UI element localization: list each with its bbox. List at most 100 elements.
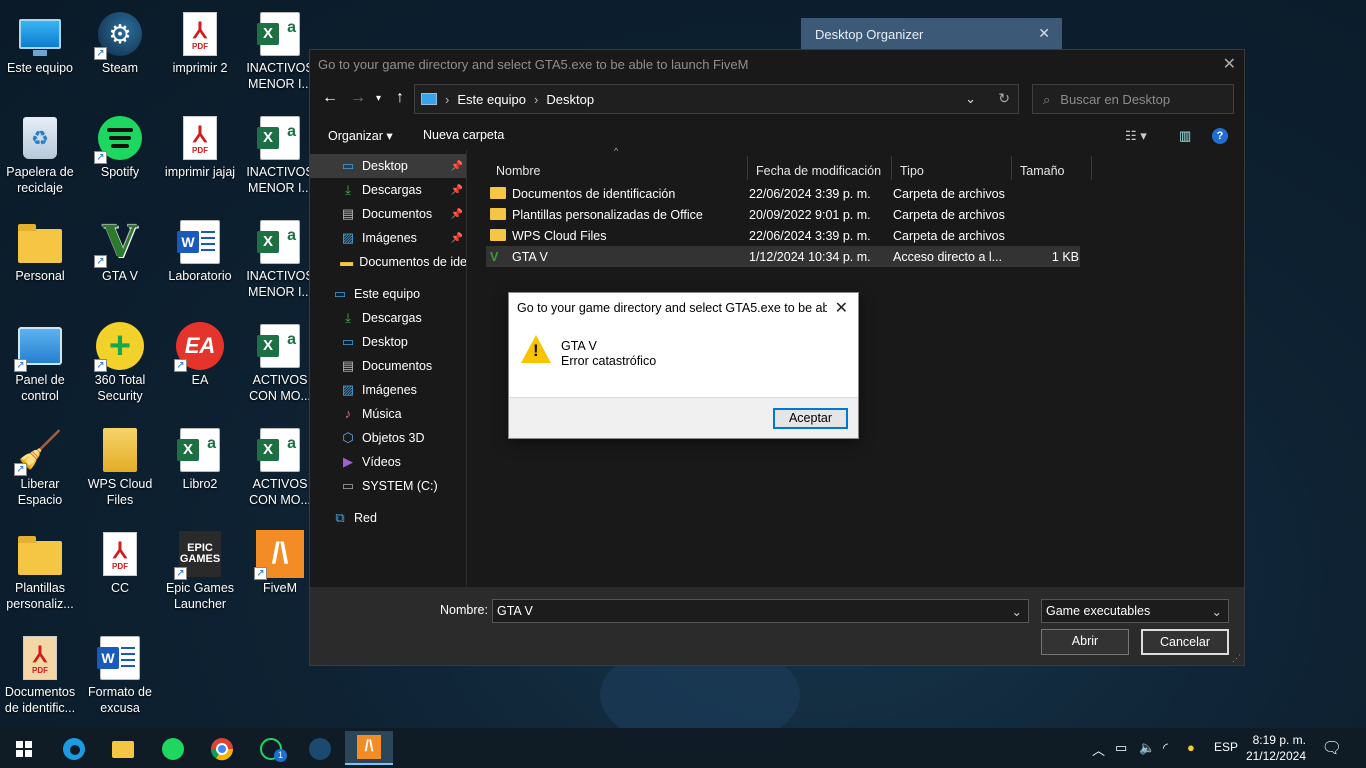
forward-arrow-icon[interactable]: →	[350, 89, 366, 107]
nav-item[interactable]: ⬡ Objetos 3D	[310, 426, 466, 450]
open-button[interactable]: Abrir	[1041, 629, 1129, 655]
file-row[interactable]: Plantillas personalizadas de Office 20/09…	[486, 204, 1080, 225]
desktop-icon-item[interactable]: ⅄ PDF imprimir 2	[160, 4, 240, 108]
pin-icon[interactable]: 📌	[451, 209, 463, 220]
desktop-icon-item[interactable]: Xa INACTIVOS MENOR I...	[240, 108, 320, 212]
column-header-type[interactable]: Tipo	[892, 156, 1012, 180]
desktop-icon-item[interactable]: ↗ Panel de control	[0, 316, 80, 420]
desktop-icon-item[interactable]: EPIC GAMES ↗ Epic Games Launcher	[160, 524, 240, 628]
address-bar[interactable]: › Este equipo › Desktop ⌄ ↻	[414, 84, 1019, 114]
filename-input[interactable]: GTA V ⌄	[492, 599, 1029, 623]
nav-item[interactable]: ▭ Desktop 📌	[310, 154, 466, 178]
organize-button[interactable]: Organizar ▾	[328, 128, 393, 143]
nav-item[interactable]: ▭ Este equipo	[310, 282, 466, 306]
360-security-icon[interactable]: ●	[1187, 740, 1195, 755]
desktop-icon-item[interactable]: EA ↗ EA	[160, 316, 240, 420]
edge-icon[interactable]	[56, 734, 92, 764]
nav-item[interactable]: ⤓ Descargas	[310, 306, 466, 330]
desktop-organizer-panel[interactable]: Desktop Organizer ✕	[801, 18, 1062, 50]
chevron-down-icon[interactable]: ⌄	[965, 91, 976, 107]
desktop-icon-item[interactable]: ♻ Papelera de reciclaje	[0, 108, 80, 212]
search-input[interactable]: ⌕ Buscar en Desktop	[1032, 84, 1234, 114]
wifi-icon[interactable]: ◜	[1163, 740, 1168, 756]
file-explorer-icon[interactable]	[105, 734, 141, 764]
desktop-icon-item[interactable]: Plantillas personaliz...	[0, 524, 80, 628]
notification-center-icon[interactable]: 🗨	[1322, 738, 1342, 758]
battery-icon[interactable]: ▭	[1115, 740, 1127, 756]
help-icon[interactable]: ?	[1212, 128, 1228, 144]
view-options-icon[interactable]: ☷ ▾	[1125, 128, 1147, 144]
desktop-icon-item[interactable]: ⅄ PDF CC	[80, 524, 160, 628]
file-row[interactable]: WPS Cloud Files 22/06/2024 3:39 p. m. Carp…	[486, 225, 1080, 246]
close-icon[interactable]: ✕	[1038, 25, 1050, 42]
desktop-icon-item[interactable]: WPS Cloud Files	[80, 420, 160, 524]
desktop-icon-label: Formato de excusa	[88, 685, 152, 715]
nav-item[interactable]: ▭ Desktop	[310, 330, 466, 354]
desktop-icon-item[interactable]: W Formato de excusa	[80, 628, 160, 732]
desktop-icon-item[interactable]: Xa ACTIVOS CON MO...	[240, 420, 320, 524]
spotify-icon[interactable]	[155, 734, 191, 764]
refresh-icon[interactable]: ↻	[998, 90, 1010, 107]
desktop-icon-item[interactable]: ↗ Spotify	[80, 108, 160, 212]
desktop-icon-item[interactable]: Este equipo	[0, 4, 80, 108]
desktop-icon-item[interactable]: 🧹 ↗ Liberar Espacio	[0, 420, 80, 524]
desktop-icon-item[interactable]: ⚙ ↗ Steam	[80, 4, 160, 108]
preview-pane-icon[interactable]: ▥	[1179, 128, 1191, 144]
breadcrumb-este-equipo[interactable]: Este equipo	[457, 92, 526, 107]
chevron-down-icon[interactable]: ⌄	[1012, 604, 1022, 619]
chrome-icon[interactable]	[204, 734, 240, 764]
close-icon[interactable]: ✕	[835, 298, 848, 318]
breadcrumb-desktop[interactable]: Desktop	[546, 92, 594, 107]
nav-item[interactable]: ⧉ Red	[310, 506, 466, 530]
desktop-icon-item[interactable]: /\ ↗ FiveM	[240, 524, 320, 628]
column-header-name[interactable]: Nombre	[488, 156, 748, 180]
desktop-icon-item[interactable]: Xa ACTIVOS CON MO...	[240, 316, 320, 420]
nav-item[interactable]: ♪ Música	[310, 402, 466, 426]
language-indicator[interactable]: ESP	[1214, 740, 1238, 754]
filetype-select[interactable]: Game executables ⌄	[1041, 599, 1229, 623]
desktop-icon-item[interactable]: Xa Libro2	[160, 420, 240, 524]
column-header-size[interactable]: Tamaño	[1012, 156, 1092, 180]
file-row[interactable]: Documentos de identificación 22/06/2024 3…	[486, 183, 1080, 204]
pin-icon[interactable]: 📌	[451, 233, 463, 244]
desktop-icon-item[interactable]: V ↗ GTA V	[80, 212, 160, 316]
desktop-icon-item[interactable]: ⅄ PDF Documentos de identific...	[0, 628, 80, 732]
steam-icon[interactable]	[302, 734, 338, 764]
nav-item[interactable]: ▨ Imágenes 📌	[310, 226, 466, 250]
desktop-icon-item[interactable]: + ↗ 360 Total Security	[80, 316, 160, 420]
fivem-icon[interactable]: /\	[345, 731, 393, 765]
nav-item[interactable]: ▭ SYSTEM (C:)	[310, 474, 466, 498]
new-folder-button[interactable]: Nueva carpeta	[423, 128, 504, 142]
file-row[interactable]: V GTA V 1/12/2024 10:34 p. m. Acceso direct…	[486, 246, 1080, 267]
shortcut-arrow-icon: ↗	[174, 359, 187, 372]
back-arrow-icon[interactable]: ←	[322, 89, 338, 107]
clock[interactable]: 8:19 p. m. 21/12/2024	[1246, 732, 1306, 764]
nav-item[interactable]: ▬ Documentos de ide	[310, 250, 466, 274]
column-header-date[interactable]: Fecha de modificación	[748, 156, 892, 180]
cancel-button[interactable]: Cancelar	[1141, 629, 1229, 655]
resize-grip-icon[interactable]: ⋰	[1232, 653, 1241, 664]
nav-item[interactable]: ⤓ Descargas 📌	[310, 178, 466, 202]
whatsapp-icon[interactable]: 1	[253, 734, 289, 764]
pin-icon[interactable]: 📌	[451, 161, 463, 172]
desktop-icon-item[interactable]: Xa INACTIVOS MENOR I...	[240, 212, 320, 316]
close-icon[interactable]: ✕	[1223, 54, 1236, 74]
chevron-right-icon[interactable]: ›	[534, 92, 538, 107]
show-hidden-icons-chevron-icon[interactable]: ︿	[1092, 740, 1105, 759]
nav-item[interactable]: ▤ Documentos 📌	[310, 202, 466, 226]
desktop-icon-item[interactable]: W Laboratorio	[160, 212, 240, 316]
desktop-icon-item[interactable]: Personal	[0, 212, 80, 316]
recent-locations-chevron-icon[interactable]: ▾	[376, 93, 381, 104]
chevron-right-icon[interactable]: ›	[445, 92, 449, 107]
start-icon[interactable]	[6, 734, 42, 764]
nav-item[interactable]: ▤ Documentos	[310, 354, 466, 378]
nav-item[interactable]: ▨ Imágenes	[310, 378, 466, 402]
desktop-icon-item[interactable]: Xa INACTIVOS MENOR I...	[240, 4, 320, 108]
nav-item[interactable]: ▶ Vídeos	[310, 450, 466, 474]
chevron-down-icon[interactable]: ⌄	[1212, 604, 1222, 619]
desktop-icon-item[interactable]: ⅄ PDF imprimir jajaj	[160, 108, 240, 212]
volume-icon[interactable]: 🔈	[1139, 740, 1155, 756]
up-arrow-icon[interactable]: ↑	[396, 89, 404, 107]
accept-button[interactable]: Aceptar	[773, 408, 848, 429]
pin-icon[interactable]: 📌	[451, 185, 463, 196]
